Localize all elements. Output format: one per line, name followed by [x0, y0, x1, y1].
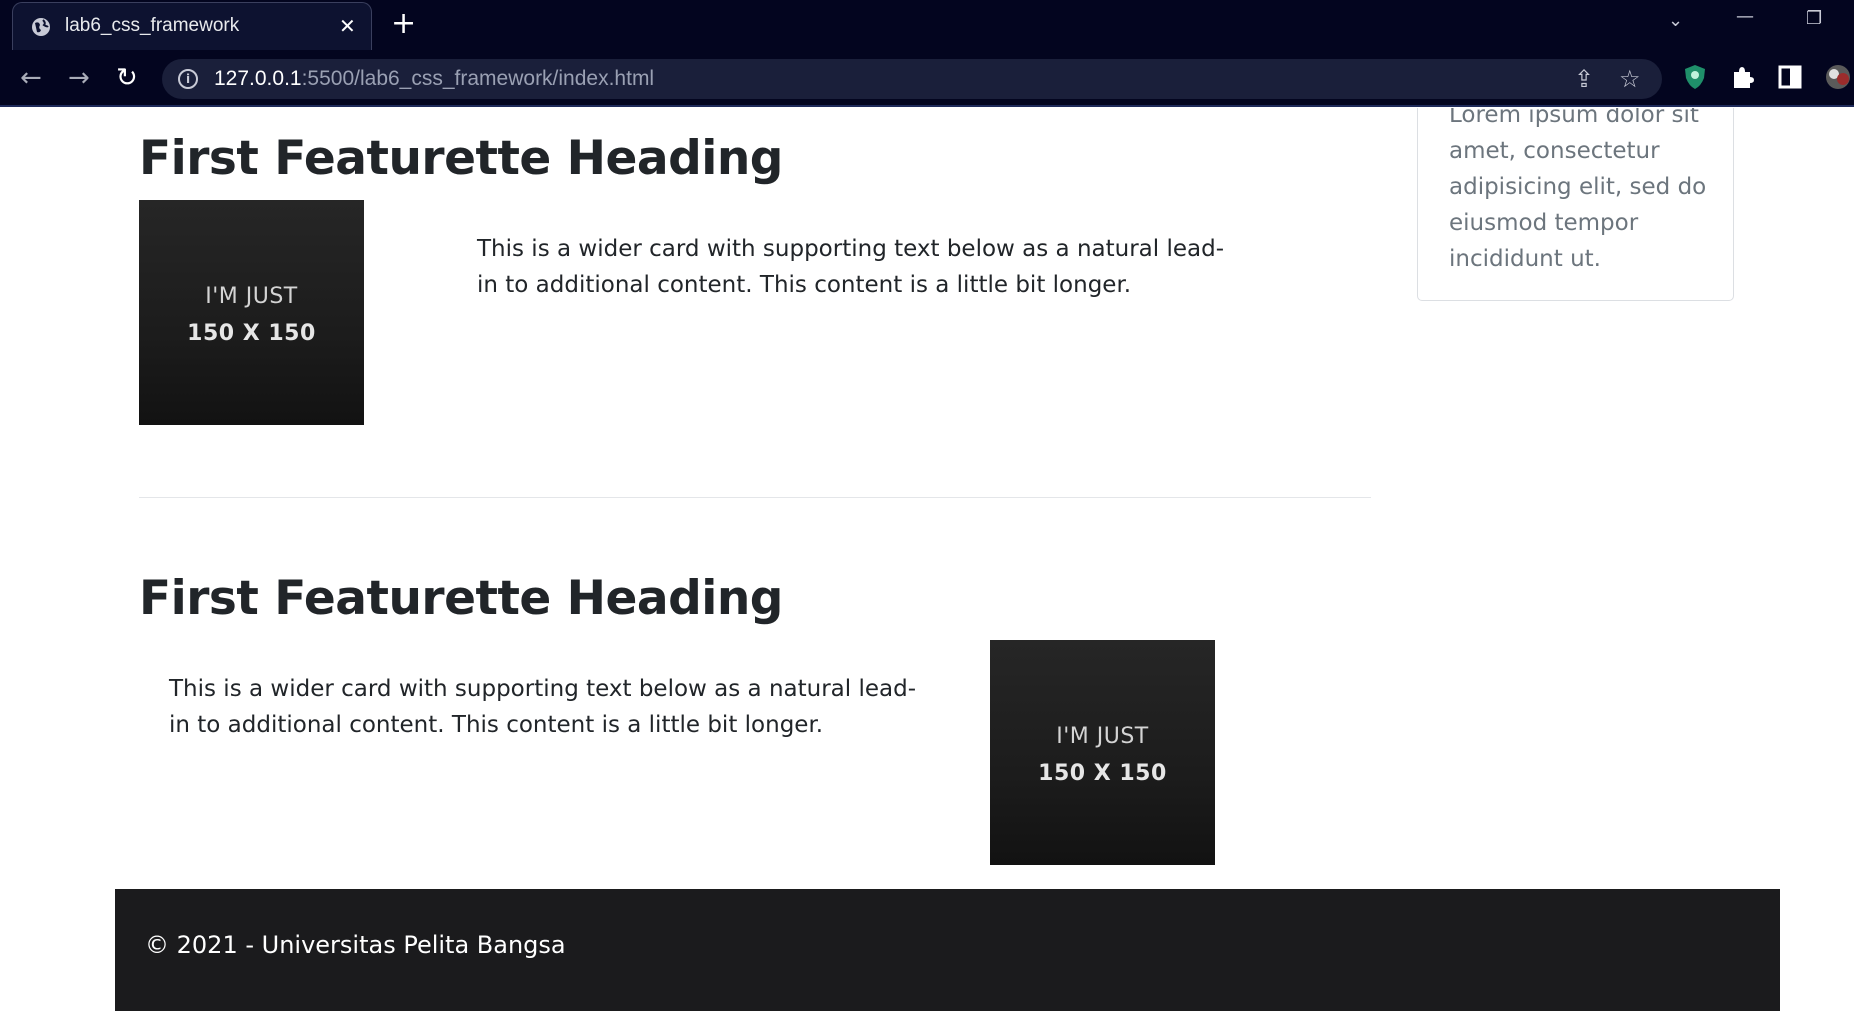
forward-arrow-icon[interactable]: →: [68, 63, 90, 93]
side-panel-icon[interactable]: [1778, 64, 1802, 90]
featurette-heading: First Featurette Heading: [139, 571, 783, 626]
featurette-text: This is a wider card with supporting tex…: [169, 676, 916, 738]
puzzle-icon[interactable]: [1730, 64, 1754, 90]
close-icon[interactable]: ✕: [339, 14, 356, 38]
browser-toolbar: ← → ↻ i 127.0.0.1:5500/lab6_css_framewor…: [0, 50, 1854, 107]
minimize-icon[interactable]: —: [1736, 6, 1754, 27]
restore-icon[interactable]: ❐: [1806, 8, 1822, 29]
page-footer: © 2021 - Universitas Pelita Bangsa: [115, 889, 1780, 1011]
back-arrow-icon[interactable]: ←: [20, 63, 42, 93]
new-tab-icon[interactable]: +: [391, 6, 416, 41]
tab-title: lab6_css_framework: [65, 15, 240, 36]
browser-tab[interactable]: lab6_css_framework ✕: [12, 2, 372, 50]
image-caption-line1: I'M JUST: [205, 284, 298, 309]
address-bar[interactable]: i 127.0.0.1:5500/lab6_css_framework/inde…: [162, 59, 1662, 99]
share-icon[interactable]: ⇪: [1574, 65, 1594, 93]
site-info-icon[interactable]: i: [178, 69, 198, 89]
url-text[interactable]: 127.0.0.1:5500/lab6_css_framework/index.…: [214, 67, 654, 91]
url-host: 127.0.0.1: [214, 67, 302, 90]
bookmark-star-icon[interactable]: ☆: [1619, 65, 1641, 93]
browser-tab-strip: lab6_css_framework ✕ + ⌄ — ❐: [0, 0, 1854, 50]
featurette-text: This is a wider card with supporting tex…: [477, 236, 1224, 298]
featurette-heading: First Featurette Heading: [139, 131, 783, 186]
image-caption-line2: 150 X 150: [187, 321, 316, 346]
sidebar-card-text: Lorem ipsum dolor sit amet, consectetur …: [1449, 108, 1707, 272]
globe-icon: [32, 18, 50, 36]
tab-search-chevron-icon[interactable]: ⌄: [1668, 10, 1683, 31]
featurette-image: I'M JUST 150 X 150: [139, 200, 364, 425]
reload-icon[interactable]: ↻: [116, 63, 138, 93]
image-caption-line2: 150 X 150: [1038, 761, 1167, 786]
page-viewport: Lorem ipsum dolor sit amet, consectetur …: [0, 108, 1854, 1011]
featurette-image: I'M JUST 150 X 150: [990, 640, 1215, 865]
featurette-divider: [139, 497, 1371, 498]
footer-copyright: © 2021 - Universitas Pelita Bangsa: [145, 931, 566, 959]
sidebar-card: Lorem ipsum dolor sit amet, consectetur …: [1417, 108, 1734, 301]
shield-extension-icon[interactable]: [1683, 64, 1707, 90]
url-path: :5500/lab6_css_framework/index.html: [301, 67, 655, 90]
profile-avatar[interactable]: [1822, 64, 1854, 90]
image-caption-line1: I'M JUST: [1056, 724, 1149, 749]
